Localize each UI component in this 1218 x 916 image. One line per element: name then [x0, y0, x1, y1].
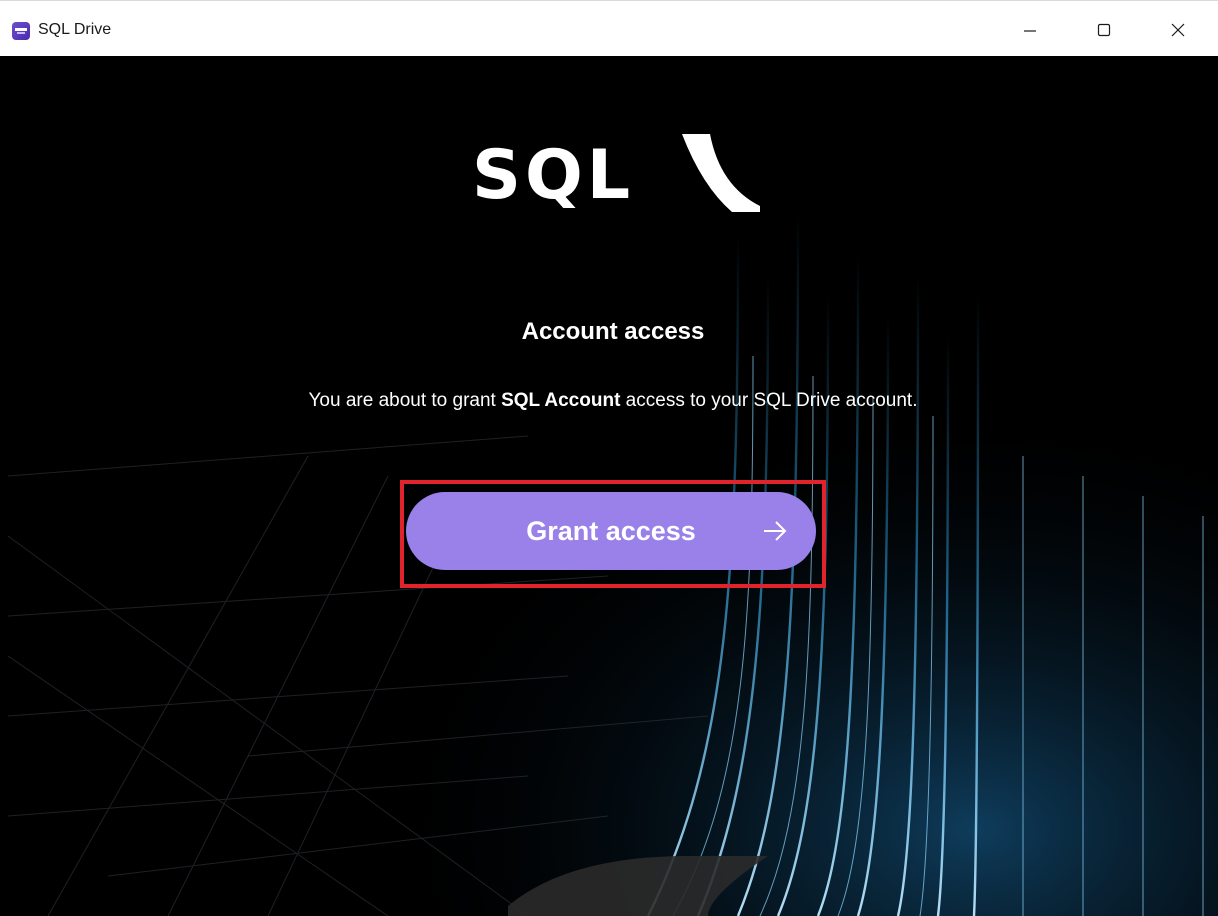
main-content: SQL Account access You are about to gran… — [8, 56, 1218, 916]
description-prefix: You are about to grant — [308, 390, 502, 411]
title-bar: SQL Drive — [0, 0, 1218, 56]
minimize-icon — [1024, 30, 1036, 32]
app-icon — [12, 22, 30, 40]
close-icon — [1171, 23, 1185, 37]
description-suffix: access to your SQL Drive account. — [620, 390, 918, 411]
maximize-button[interactable] — [1078, 9, 1130, 51]
grant-access-button[interactable]: Grant access — [406, 492, 816, 570]
logo-text: SQL — [472, 136, 634, 215]
app-window: SQL Drive SQL Account access You are abo… — [0, 0, 1218, 916]
sql-logo: SQL — [472, 134, 760, 215]
close-button[interactable] — [1152, 9, 1204, 51]
maximize-icon — [1097, 23, 1111, 37]
description-app-name: SQL Account — [501, 390, 621, 411]
access-description: You are about to grant SQL Account acces… — [8, 390, 1218, 412]
grant-access-label: Grant access — [526, 515, 696, 546]
arrow-right-icon — [764, 521, 787, 541]
minimize-button[interactable] — [1004, 9, 1056, 51]
window-title: SQL Drive — [38, 21, 112, 38]
page-heading: Account access — [521, 318, 705, 345]
